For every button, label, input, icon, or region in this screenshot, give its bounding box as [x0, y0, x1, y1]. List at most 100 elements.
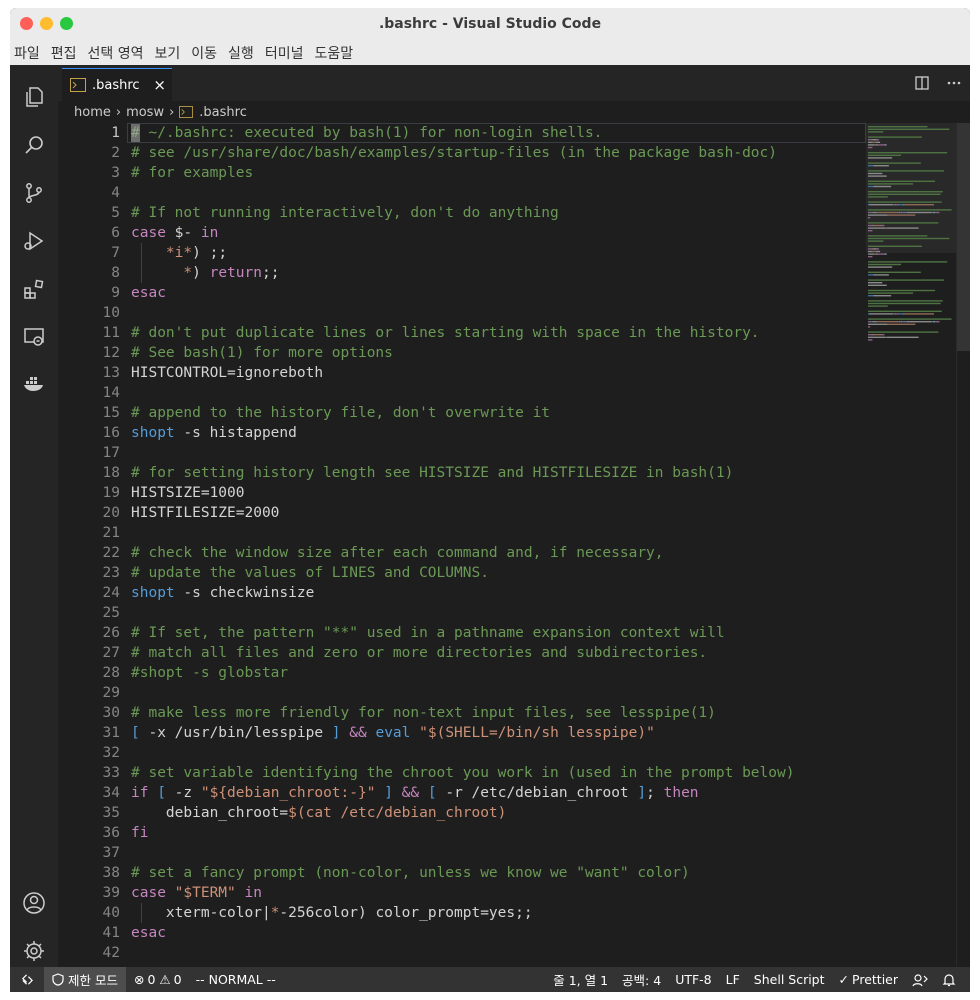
breadcrumb-file[interactable]: .bashrc [199, 105, 247, 120]
menu-selection[interactable]: 선택 영역 [88, 43, 144, 63]
editor-tabs: .bashrc × [58, 65, 970, 101]
warning-icon: ⚠ [159, 972, 171, 987]
code-line[interactable]: # match all files and zero or more direc… [131, 643, 707, 663]
line-number: 41 [102, 925, 120, 941]
menu-file[interactable]: 파일 [14, 43, 40, 63]
code-line[interactable]: esac [131, 923, 166, 943]
restricted-mode-indicator[interactable]: 제한 모드 [44, 967, 126, 992]
code-line[interactable]: #shopt -s globstar [131, 663, 288, 683]
code-line[interactable]: # set a fancy prompt (non-color, unless … [131, 863, 690, 883]
vertical-scrollbar[interactable] [956, 123, 970, 967]
minimap[interactable] [866, 123, 956, 967]
line-number: 33 [102, 765, 120, 781]
tab-bashrc[interactable]: .bashrc × [62, 68, 172, 101]
remote-explorer-icon[interactable] [22, 325, 46, 349]
line-number: 16 [102, 425, 120, 441]
code-line[interactable]: # See bash(1) for more options [131, 343, 393, 363]
cursor-position[interactable]: 줄 1, 열 1 [553, 970, 608, 989]
line-number: 25 [102, 605, 120, 621]
extensions-icon[interactable] [22, 277, 46, 301]
shield-icon [52, 973, 64, 986]
end-of-line[interactable]: LF [726, 972, 740, 987]
code-line[interactable]: case $- in [131, 223, 218, 243]
close-tab-icon[interactable]: × [153, 76, 166, 94]
code-line[interactable]: # for examples [131, 163, 253, 183]
account-icon[interactable] [22, 891, 46, 915]
docker-icon[interactable] [22, 371, 46, 395]
notifications-button[interactable] [942, 973, 956, 987]
source-control-icon[interactable] [22, 181, 46, 205]
code-line[interactable]: *i*) ;; [131, 243, 227, 263]
menu-run[interactable]: 실행 [228, 43, 254, 63]
line-number: 13 [102, 365, 120, 381]
split-editor-icon[interactable] [914, 75, 930, 91]
feedback-icon [912, 973, 928, 986]
vim-mode: -- NORMAL -- [195, 972, 276, 987]
line-number: 10 [102, 305, 120, 321]
remote-indicator[interactable] [10, 967, 44, 992]
encoding[interactable]: UTF-8 [675, 972, 711, 987]
breadcrumb-mosw[interactable]: mosw [126, 105, 164, 120]
code-line[interactable]: xterm-color|*-256color) color_prompt=yes… [131, 903, 533, 923]
code-line[interactable]: debian_chroot=$(cat /etc/debian_chroot) [131, 803, 506, 823]
code-line[interactable]: # append to the history file, don't over… [131, 403, 550, 423]
manage-gear-icon[interactable] [22, 939, 46, 963]
tab-label: .bashrc [92, 77, 140, 93]
code-line[interactable]: esac [131, 283, 166, 303]
problems-indicator[interactable]: ⊗ 0 ⚠ 0 [134, 972, 182, 987]
feedback-button[interactable] [912, 973, 928, 987]
line-number: 4 [111, 185, 120, 201]
explorer-icon[interactable] [22, 85, 46, 109]
line-number: 15 [102, 405, 120, 421]
code-line[interactable]: # check the window size after each comma… [131, 543, 664, 563]
breadcrumb: home › mosw › .bashrc [58, 101, 970, 123]
menu-view[interactable]: 보기 [155, 43, 181, 63]
code-line[interactable]: # don't put duplicate lines or lines sta… [131, 323, 760, 343]
line-number: 27 [102, 645, 120, 661]
line-number: 7 [111, 245, 120, 261]
code-line[interactable]: # update the values of LINES and COLUMNS… [131, 563, 489, 583]
code-line[interactable]: *) return;; [131, 263, 279, 283]
code-line[interactable]: if [ -z "${debian_chroot:-}" ] && [ -r /… [131, 783, 699, 803]
line-number: 34 [102, 785, 120, 801]
code-line[interactable]: # make less more friendly for non-text i… [131, 703, 716, 723]
code-line[interactable]: HISTSIZE=1000 [131, 483, 245, 503]
menu-go[interactable]: 이동 [191, 43, 217, 63]
code-line[interactable]: HISTCONTROL=ignoreboth [131, 363, 323, 383]
language-mode[interactable]: Shell Script [754, 972, 825, 987]
line-number: 26 [102, 625, 120, 641]
code-line[interactable]: # If not running interactively, don't do… [131, 203, 559, 223]
title-bar: .bashrc - Visual Studio Code [10, 8, 970, 40]
line-number: 6 [111, 225, 120, 241]
code-editor[interactable]: 1 # ~/.bashrc: executed by bash(1) for no… [58, 123, 866, 967]
code-line[interactable]: # set variable identifying the chroot yo… [131, 763, 794, 783]
code-line[interactable]: shopt -s checkwinsize [131, 583, 314, 603]
code-line[interactable]: case "$TERM" in [131, 883, 262, 903]
breadcrumb-home[interactable]: home [74, 105, 111, 120]
more-actions-icon[interactable] [946, 75, 962, 91]
code-line[interactable]: shopt -s histappend [131, 423, 297, 443]
code-line[interactable]: # ~/.bashrc: executed by bash(1) for non… [131, 123, 602, 143]
line-number: 39 [102, 885, 120, 901]
line-number: 32 [102, 745, 120, 761]
prettier-status[interactable]: ✓ Prettier [839, 972, 898, 987]
scrollbar-thumb[interactable] [957, 123, 970, 351]
line-number: 21 [102, 525, 120, 541]
code-line[interactable]: [ -x /usr/bin/lesspipe ] && eval "$(SHEL… [131, 723, 655, 743]
indentation[interactable]: 공백: 4 [622, 970, 661, 989]
window-title: .bashrc - Visual Studio Code [378, 16, 602, 32]
code-line[interactable]: # If set, the pattern "**" used in a pat… [131, 623, 725, 643]
prettier-label: Prettier [852, 972, 898, 987]
code-line[interactable]: fi [131, 823, 148, 843]
search-icon[interactable] [22, 133, 46, 157]
code-line[interactable]: # see /usr/share/doc/bash/examples/start… [131, 143, 777, 163]
menu-edit[interactable]: 편집 [51, 43, 77, 63]
line-number: 22 [102, 545, 120, 561]
menu-help[interactable]: 도움말 [314, 43, 353, 63]
menu-terminal[interactable]: 터미널 [265, 43, 304, 63]
line-number: 19 [102, 485, 120, 501]
run-debug-icon[interactable] [22, 229, 46, 253]
code-line[interactable]: HISTFILESIZE=2000 [131, 503, 279, 523]
code-line[interactable]: # for setting history length see HISTSIZ… [131, 463, 733, 483]
remote-indicator-icon [21, 974, 33, 985]
